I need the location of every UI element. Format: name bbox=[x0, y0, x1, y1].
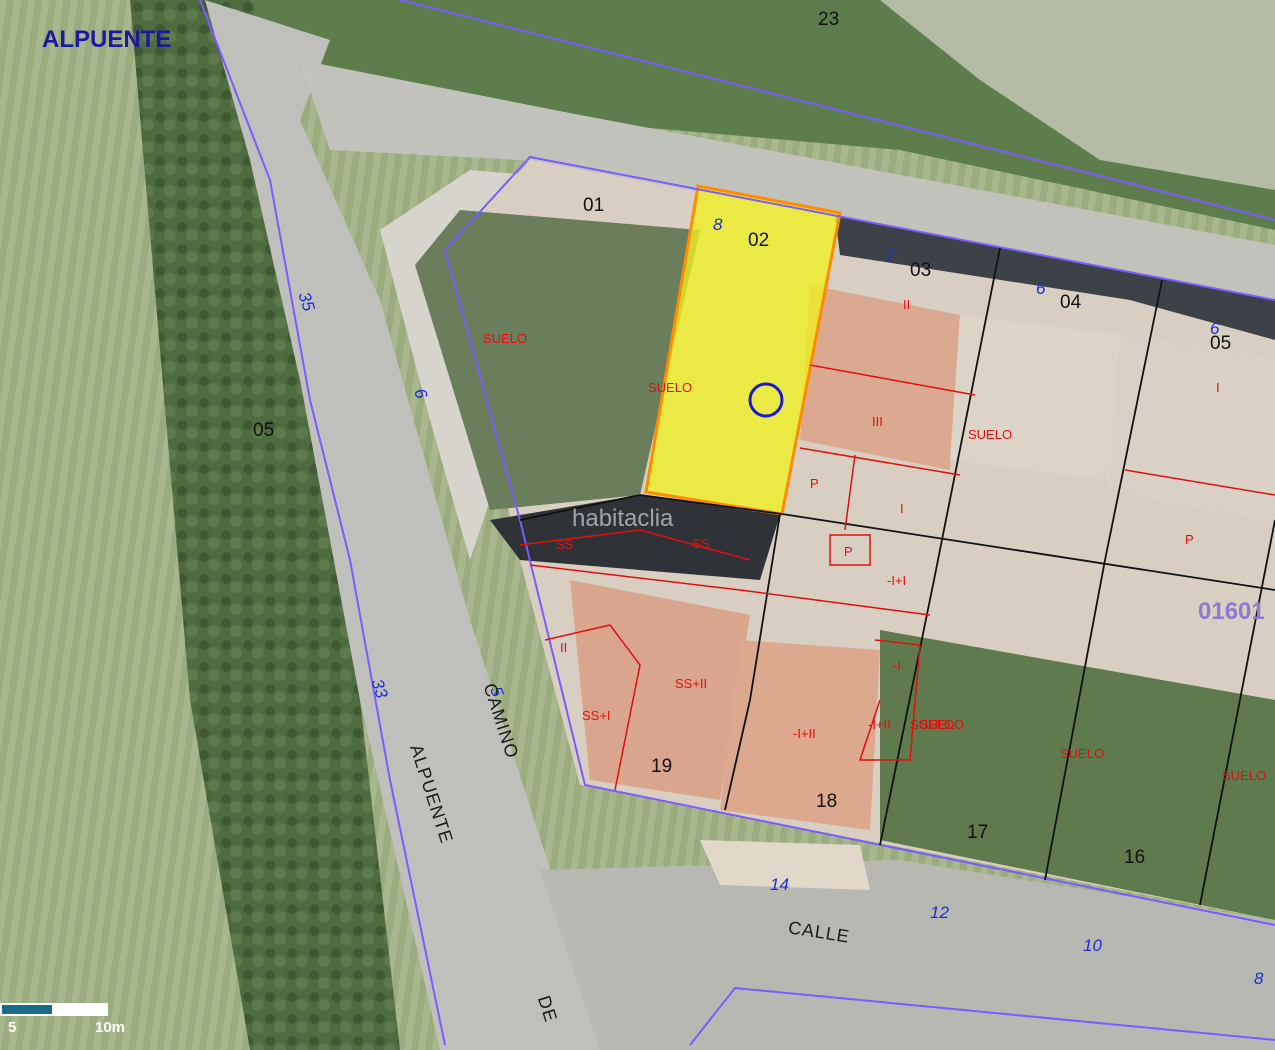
house-number: 10 bbox=[1083, 936, 1102, 955]
category-label: SS bbox=[692, 536, 710, 551]
parcel-label[interactable]: 01 bbox=[583, 196, 604, 215]
parcel-label[interactable]: 23 bbox=[818, 10, 839, 29]
category-label: P bbox=[810, 476, 819, 491]
category-label: SUELO bbox=[920, 717, 965, 732]
category-label: -I+II bbox=[793, 726, 816, 741]
category-label: P bbox=[1185, 532, 1194, 547]
scale-bar bbox=[0, 1003, 108, 1016]
house-number: 8 bbox=[713, 215, 723, 234]
roof-b bbox=[950, 315, 1120, 480]
house-number: 6 bbox=[1036, 279, 1046, 298]
category-label: -I+I bbox=[887, 573, 907, 588]
house-number: 14 bbox=[770, 875, 789, 894]
house-number: 8 bbox=[1254, 969, 1264, 988]
parcel-label[interactable]: 02 bbox=[748, 231, 769, 250]
category-label: III bbox=[872, 414, 883, 429]
category-label: -I+II bbox=[868, 717, 891, 732]
parcel-label[interactable]: 05 bbox=[253, 421, 274, 440]
roof-c bbox=[1110, 335, 1275, 520]
category-label: P bbox=[844, 544, 853, 559]
category-label: I bbox=[1216, 380, 1220, 395]
category-label: SS+II bbox=[675, 676, 708, 691]
watermark: habitaclia bbox=[572, 505, 674, 532]
category-label: SS+I bbox=[582, 708, 611, 723]
block-id: 01601 bbox=[1198, 598, 1265, 625]
parcel-label[interactable]: 16 bbox=[1124, 848, 1145, 867]
category-label: II bbox=[560, 640, 568, 655]
parcel-label[interactable]: 03 bbox=[910, 261, 931, 280]
category-label: II bbox=[903, 297, 911, 312]
category-label: SUELO bbox=[1222, 768, 1267, 783]
category-label: -I bbox=[893, 658, 901, 673]
scale-label-10m: 10m bbox=[95, 1019, 126, 1036]
category-label: I bbox=[900, 501, 904, 516]
place-name: ALPUENTE bbox=[42, 26, 172, 53]
parcel-label[interactable]: 18 bbox=[816, 792, 837, 811]
category-label: SUELO bbox=[648, 380, 693, 395]
house-number: 6 bbox=[1210, 319, 1220, 338]
category-label: SUELO bbox=[483, 331, 528, 346]
category-label: SUELO bbox=[968, 427, 1013, 442]
house-number: 7 bbox=[885, 247, 895, 266]
house-number: 12 bbox=[930, 903, 949, 922]
parcel-label[interactable]: 19 bbox=[651, 757, 672, 776]
category-label: SS bbox=[556, 537, 574, 552]
parcel-label[interactable]: 17 bbox=[967, 823, 988, 842]
category-label: SUELO bbox=[1060, 746, 1105, 761]
cadastral-map[interactable]: ALPUENTE 01601 habitaclia 23 01 02 03 04… bbox=[0, 0, 1275, 1050]
scale-label-5: 5 bbox=[8, 1019, 17, 1036]
parcel-label[interactable]: 04 bbox=[1060, 293, 1081, 312]
